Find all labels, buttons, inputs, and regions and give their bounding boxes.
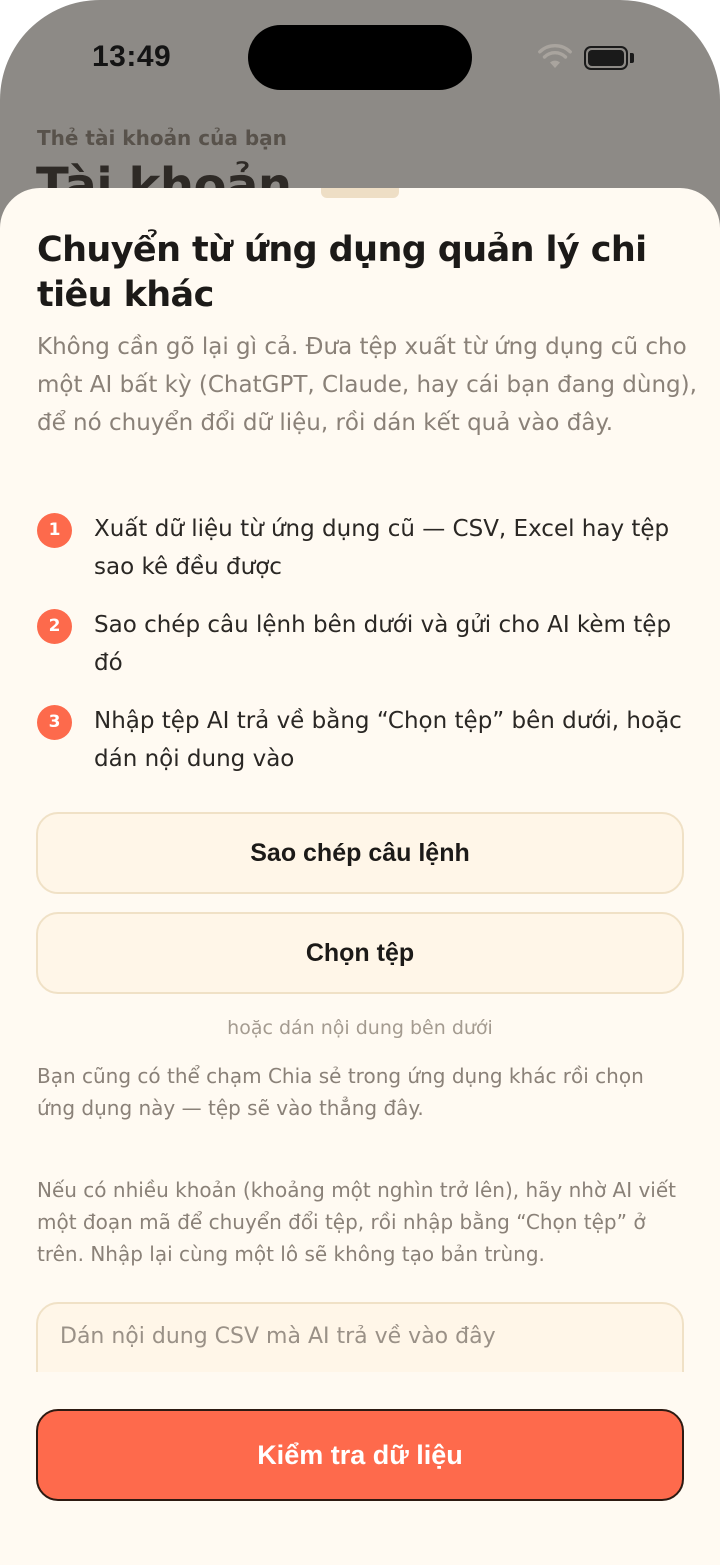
step-item: 2 Sao chép câu lệnh bên dưới và gửi cho … xyxy=(37,606,687,682)
copy-prompt-button[interactable]: Sao chép câu lệnh xyxy=(36,812,684,894)
step-number-badge: 3 xyxy=(37,705,72,740)
step-text: Sao chép câu lệnh bên dưới và gửi cho AI… xyxy=(94,612,672,676)
status-time: 13:49 xyxy=(92,40,172,73)
sheet-title: Chuyển từ ứng dụng quản lý chi tiêu khác xyxy=(37,230,647,315)
steps-list: 1 Xuất dữ liệu từ ứng dụng cũ — CSV, Exc… xyxy=(37,510,687,798)
step-text: Xuất dữ liệu từ ứng dụng cũ — CSV, Excel… xyxy=(94,516,670,580)
dynamic-island xyxy=(248,25,472,90)
many-items-note: Nếu có nhiều khoản (khoảng một nghìn trở… xyxy=(37,1178,677,1266)
status-bar: 13:49 xyxy=(0,0,720,120)
choose-file-button[interactable]: Chọn tệp xyxy=(36,912,684,994)
share-note: Bạn cũng có thể chạm Chia sẻ trong ứng d… xyxy=(37,1064,644,1120)
step-number-badge: 2 xyxy=(37,609,72,644)
check-data-button[interactable]: Kiểm tra dữ liệu xyxy=(36,1409,684,1501)
step-number-badge: 1 xyxy=(37,513,72,548)
import-sheet: Chuyển từ ứng dụng quản lý chi tiêu khác… xyxy=(0,188,720,1565)
battery-icon xyxy=(584,46,628,70)
wifi-icon xyxy=(538,44,572,68)
sheet-intro: Không cần gõ lại gì cả. Đưa tệp xuất từ … xyxy=(37,334,697,436)
step-item: 1 Xuất dữ liệu từ ứng dụng cũ — CSV, Exc… xyxy=(37,510,687,586)
battery-cap xyxy=(630,53,634,63)
or-paste-hint: hoặc dán nội dung bên dưới xyxy=(227,1017,493,1039)
background-page-subtitle: Thẻ tài khoản của bạn xyxy=(37,126,287,150)
device-screen: 13:49 Thẻ tài khoản của bạn Tài khoản Ch… xyxy=(0,0,720,1565)
sheet-grabber[interactable] xyxy=(321,188,399,198)
step-item: 3 Nhập tệp AI trả về bằng “Chọn tệp” bên… xyxy=(37,702,687,778)
step-text: Nhập tệp AI trả về bằng “Chọn tệp” bên d… xyxy=(94,708,682,772)
